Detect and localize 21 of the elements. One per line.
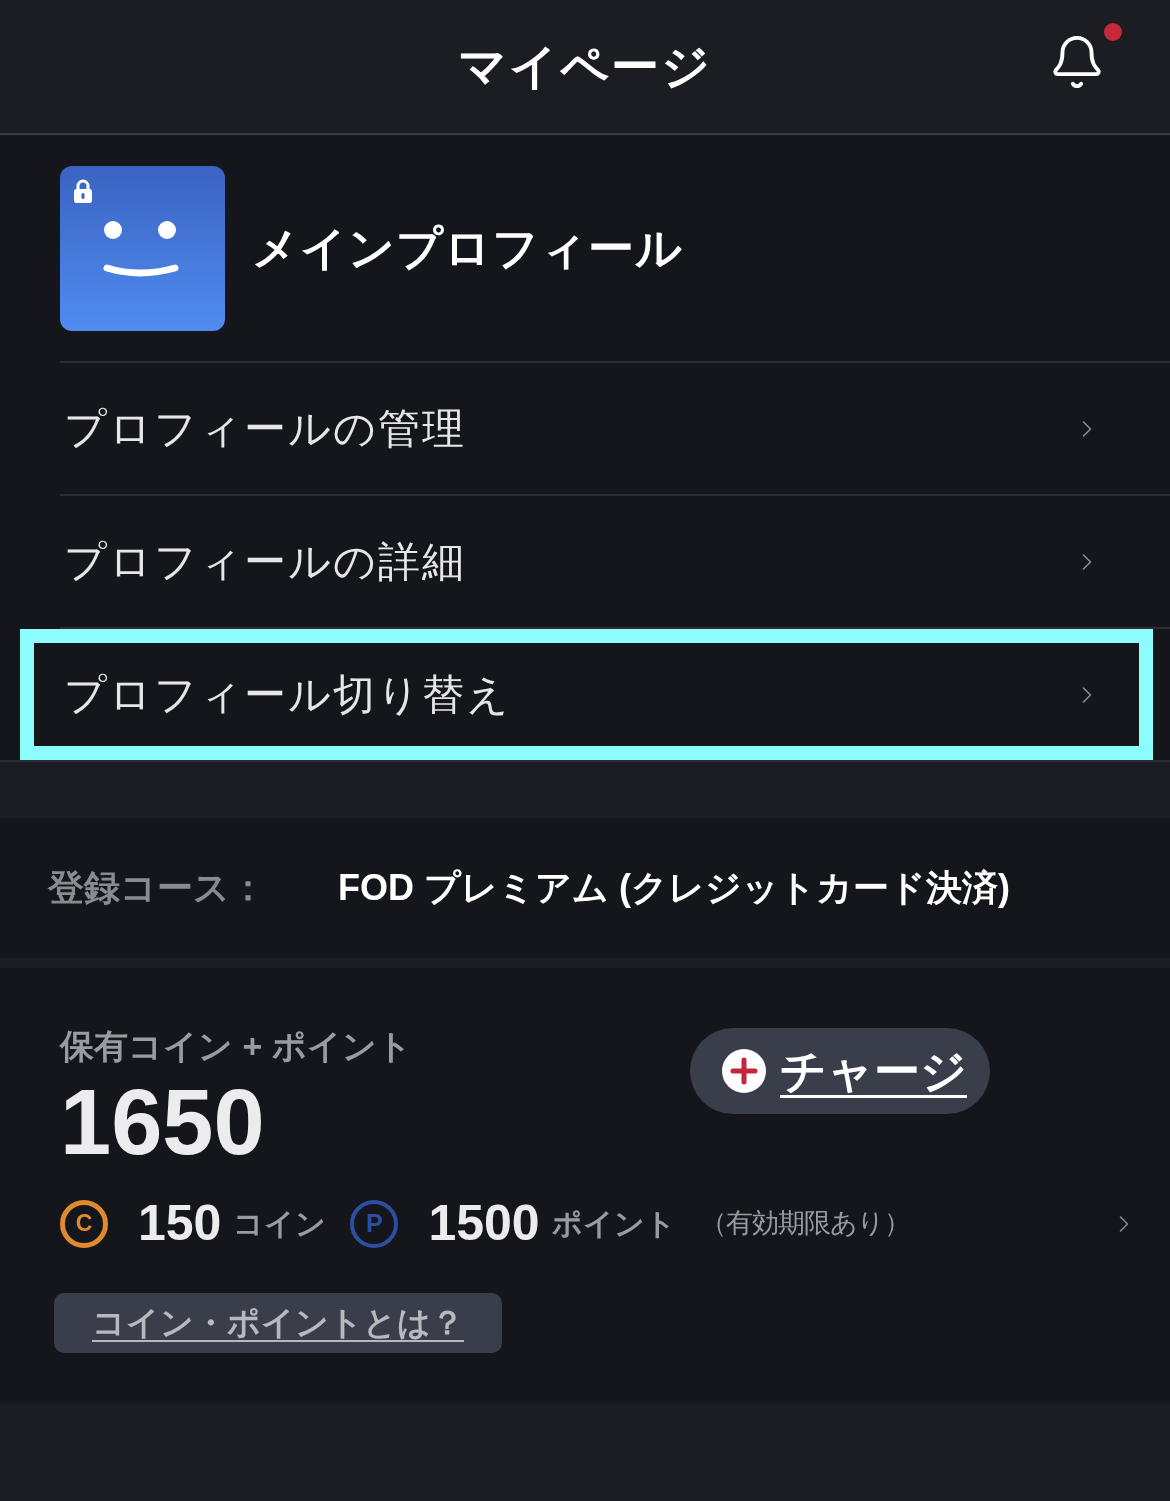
help-button[interactable]: コイン・ポイントとは？ <box>54 1293 502 1353</box>
avatar-tile[interactable] <box>60 165 225 331</box>
expiry-note: （有効期限あり） <box>699 1207 910 1241</box>
amount-value: 150 <box>138 1194 222 1253</box>
amount-value: 1500 <box>428 1194 540 1253</box>
course-value: FOD プレミアム (クレジットカード決済) <box>338 866 1010 910</box>
balance-total: 1650 <box>60 1074 266 1170</box>
point-icon: P <box>350 1199 399 1248</box>
charge-button[interactable]: チャージ <box>690 1028 990 1114</box>
coin-icon: C <box>60 1199 108 1248</box>
menu-item[interactable]: プロフィールの管理 <box>20 363 1153 494</box>
amount-unit: ポイント <box>551 1206 676 1242</box>
profile-name: メインプロフィール <box>252 220 683 276</box>
page-title: マイページ <box>458 38 712 95</box>
balance-label: 保有コイン + ポイント <box>60 1026 413 1067</box>
amount-unit: コイン <box>233 1206 327 1242</box>
menu-item[interactable]: プロフィールの詳細 <box>20 496 1153 627</box>
balance-detail-row[interactable]: C 150 コイン P 1500 ポイント （有効期限あり） <box>60 1186 1170 1261</box>
plus-icon <box>722 1049 766 1093</box>
menu-item[interactable]: プロフィール切り替え <box>20 629 1153 760</box>
course-label: 登録コース： <box>48 866 267 910</box>
